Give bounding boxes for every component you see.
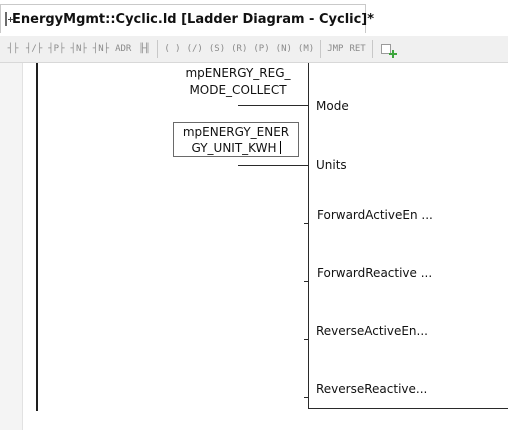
- contact-inv-icon: ┤N├: [92, 44, 110, 54]
- contact-adr-icon: ADR: [115, 44, 132, 54]
- toolbar-separator: [371, 40, 373, 58]
- pin-forward-active: ForwardActiveEn ...: [317, 208, 433, 222]
- pin-reverse-active: ReverseActiveEn...: [316, 324, 428, 338]
- coil-negated-button[interactable]: (/): [187, 40, 203, 58]
- energy-function-block[interactable]: [308, 63, 508, 409]
- jump-button[interactable]: JMP: [327, 40, 343, 58]
- contact-n-button[interactable]: ┤N├: [71, 40, 87, 58]
- coil-button[interactable]: ( ): [164, 40, 180, 58]
- contact-inv-button[interactable]: ┤N├: [93, 40, 109, 58]
- coil-n-icon: (N): [275, 44, 292, 54]
- coil-p-icon: (P): [253, 44, 270, 54]
- return-icon: RET: [349, 44, 366, 54]
- coil-p-button[interactable]: (P): [253, 40, 269, 58]
- mode-input-wire: [238, 105, 308, 106]
- text-caret: [279, 141, 281, 154]
- coil-set-button[interactable]: (S): [209, 40, 225, 58]
- ladder-toolbar: ┤├ ┤/├ ┤P├ ┤N├ ┤N├ ADR ╟╢ ( ) (/) (S) (R) (P) (N) (M)…: [0, 36, 508, 63]
- contact-n-icon: ┤N├: [70, 44, 87, 54]
- pin-tick-reverse-reactive: [304, 397, 308, 398]
- editor-tab-bar: EnergyMgmt::Cyclic.ld [Ladder Diagram - …: [0, 0, 508, 36]
- jump-icon: JMP: [327, 44, 344, 54]
- pin-forward-reactive: ForwardReactive ...: [317, 266, 433, 280]
- coil-m-button[interactable]: (M): [298, 40, 314, 58]
- coil-m-icon: (M): [297, 44, 315, 54]
- contact-nc-button[interactable]: ┤/├: [26, 40, 42, 58]
- units-input-wire: [238, 165, 308, 166]
- contact-adr-button[interactable]: ADR: [115, 40, 131, 58]
- coil-icon: ( ): [164, 44, 181, 54]
- units-input-constant-editor[interactable]: mpENERGY_ENER GY_UNIT_KWH: [173, 122, 299, 157]
- insert-network-icon[interactable]: [380, 42, 397, 58]
- contact-parallel-button[interactable]: ╟╢: [137, 40, 151, 58]
- contact-parallel-icon: ╟╢: [138, 44, 150, 54]
- pin-units: Units: [316, 158, 347, 172]
- coil-reset-icon: (R): [231, 44, 248, 54]
- pin-tick-reverse-active: [304, 339, 308, 340]
- coil-n-button[interactable]: (N): [276, 40, 292, 58]
- contact-p-icon: ┤P├: [48, 44, 65, 54]
- network-margin: [0, 63, 23, 430]
- coil-negated-icon: (/): [186, 44, 203, 54]
- coil-reset-button[interactable]: (R): [231, 40, 247, 58]
- pin-tick-forward-reactive: [304, 281, 308, 282]
- contact-no-icon: ┤├: [7, 44, 19, 54]
- pin-reverse-reactive: ReverseReactive...: [316, 382, 428, 396]
- editor-tab-title: EnergyMgmt::Cyclic.ld [Ladder Diagram - …: [12, 11, 375, 27]
- toolbar-separator: [320, 40, 322, 58]
- power-rail-left: [36, 63, 38, 411]
- ladder-file-icon: [5, 12, 13, 26]
- plus-shape: [388, 50, 397, 58]
- coil-set-icon: (S): [208, 44, 226, 54]
- toolbar-separator: [157, 40, 159, 58]
- contact-nc-icon: ┤/├: [26, 44, 43, 54]
- contact-no-button[interactable]: ┤├: [6, 40, 20, 58]
- pin-tick-forward-active: [304, 223, 308, 224]
- contact-p-button[interactable]: ┤P├: [48, 40, 64, 58]
- ladder-diagram-canvas[interactable]: mpENERGY_REG_ MODE_COLLECT mpENERGY_ENER…: [0, 63, 508, 430]
- mode-input-constant[interactable]: mpENERGY_REG_ MODE_COLLECT: [168, 65, 308, 99]
- pin-mode: Mode: [316, 99, 349, 113]
- return-button[interactable]: RET: [349, 40, 365, 58]
- editor-tab[interactable]: EnergyMgmt::Cyclic.ld [Ladder Diagram - …: [0, 4, 374, 33]
